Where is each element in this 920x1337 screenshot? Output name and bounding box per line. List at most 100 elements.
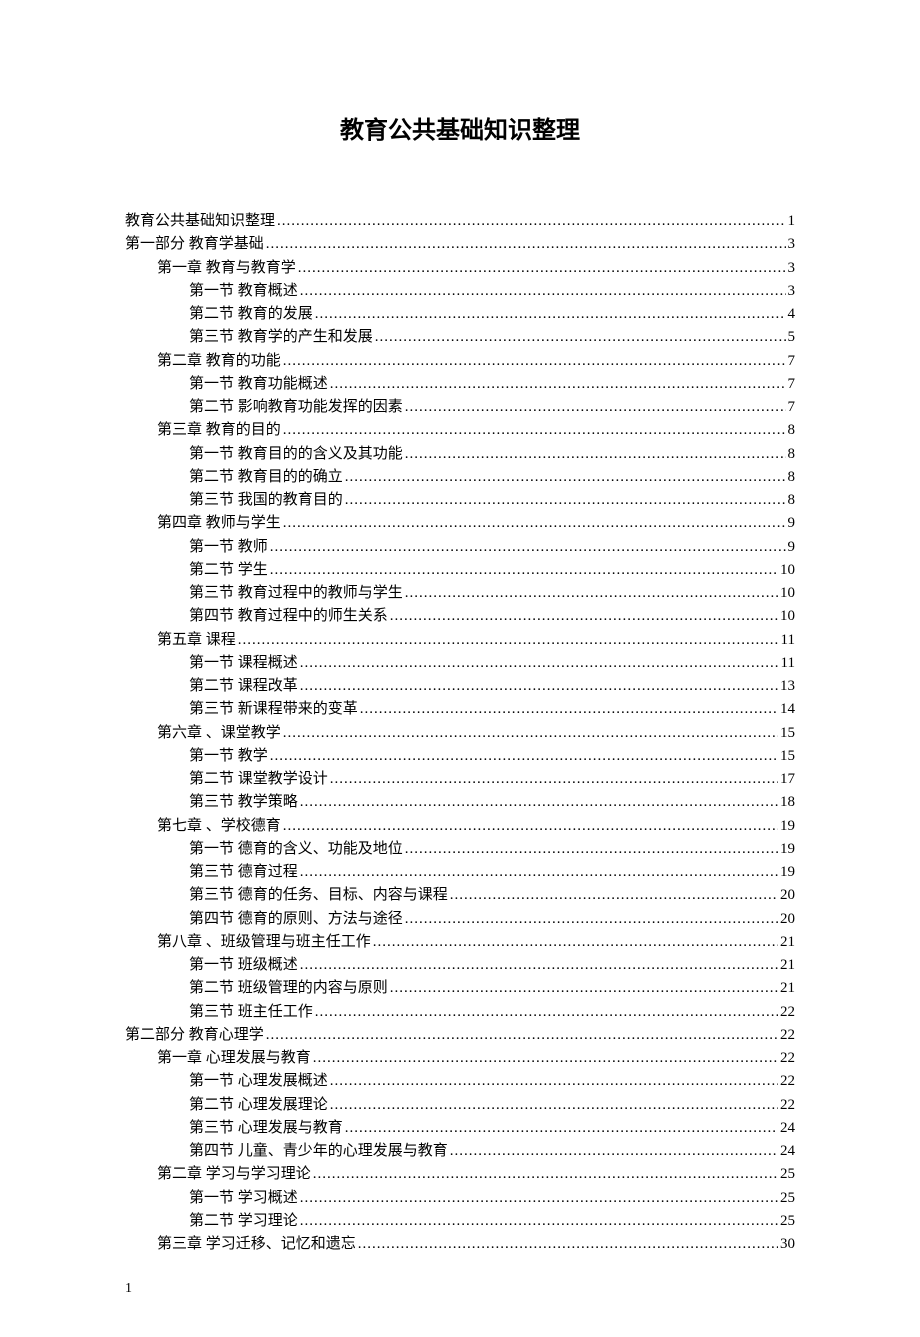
toc-leader-dots	[281, 722, 780, 745]
table-of-contents: 教育公共基础知识整理1第一部分 教育学基础3第一章 教育与教育学3第一节 教育概…	[125, 210, 795, 1256]
toc-entry-page: 5	[788, 326, 796, 349]
toc-entry: 第一节 教师9	[125, 536, 795, 559]
toc-entry-label: 第一章 教育与教育学	[157, 257, 296, 280]
toc-entry-page: 18	[780, 791, 795, 814]
toc-leader-dots	[448, 884, 780, 907]
toc-entry: 第四节 儿童、青少年的心理发展与教育 24	[125, 1140, 795, 1163]
toc-entry: 第三节 德育过程19	[125, 861, 795, 884]
toc-entry: 第三节 教学策略 18	[125, 791, 795, 814]
toc-entry-label: 第一节 教育目的的含义及其功能	[189, 443, 403, 466]
toc-leader-dots	[343, 1117, 780, 1140]
toc-leader-dots	[371, 931, 780, 954]
toc-leader-dots	[298, 280, 788, 303]
toc-entry-label: 第三节 教育过程中的教师与学生	[189, 582, 403, 605]
toc-entry: 第三节 德育的任务、目标、内容与课程 20	[125, 884, 795, 907]
toc-entry-page: 22	[780, 1047, 795, 1070]
toc-entry-label: 第三章 学习迁移、记忆和遗忘	[157, 1233, 356, 1256]
toc-leader-dots	[236, 629, 781, 652]
toc-entry-page: 20	[780, 908, 795, 931]
toc-leader-dots	[268, 536, 788, 559]
toc-entry-label: 第二节 影响教育功能发挥的因素	[189, 396, 403, 419]
toc-entry-label: 第一节 课程概述	[189, 652, 298, 675]
toc-entry-label: 第三章 教育的目的	[157, 419, 281, 442]
toc-entry: 第八章 、班级管理与班主任工作21	[125, 931, 795, 954]
toc-leader-dots	[388, 605, 780, 628]
toc-entry-page: 19	[780, 861, 795, 884]
toc-entry-label: 第一节 德育的含义、功能及地位	[189, 838, 403, 861]
toc-entry-label: 第一节 教学	[189, 745, 268, 768]
toc-leader-dots	[298, 861, 780, 884]
toc-entry-page: 20	[780, 884, 795, 907]
toc-entry: 第三节 班主任工作22	[125, 1001, 795, 1024]
toc-entry-page: 3	[788, 257, 796, 280]
toc-leader-dots	[313, 303, 788, 326]
toc-leader-dots	[403, 443, 788, 466]
toc-entry: 第二节 心理发展理论22	[125, 1094, 795, 1117]
toc-entry-page: 22	[780, 1070, 795, 1093]
toc-entry: 第二章 教育的功能 7	[125, 350, 795, 373]
toc-entry-page: 21	[780, 931, 795, 954]
toc-leader-dots	[328, 1094, 780, 1117]
toc-leader-dots	[281, 815, 780, 838]
toc-entry: 第三章 教育的目的8	[125, 419, 795, 442]
toc-entry-page: 22	[780, 1024, 795, 1047]
toc-entry: 第二节 影响教育功能发挥的因素7	[125, 396, 795, 419]
toc-leader-dots	[403, 396, 788, 419]
toc-leader-dots	[328, 373, 788, 396]
toc-entry: 第二节 学生10	[125, 559, 795, 582]
toc-entry: 第三章 学习迁移、记忆和遗忘30	[125, 1233, 795, 1256]
toc-entry-label: 第一节 教育功能概述	[189, 373, 328, 396]
toc-entry: 第二节 课堂教学设计17	[125, 768, 795, 791]
toc-entry-label: 第二节 班级管理的内容与原则	[189, 977, 388, 1000]
toc-entry-label: 第一节 学习概述	[189, 1187, 298, 1210]
toc-leader-dots	[268, 745, 780, 768]
toc-entry-label: 第三节 德育的任务、目标、内容与课程	[189, 884, 448, 907]
toc-entry-page: 15	[780, 722, 795, 745]
toc-entry-page: 4	[788, 303, 796, 326]
toc-entry-label: 第五章 课程	[157, 629, 236, 652]
toc-entry: 第一节 教育目的的含义及其功能 8	[125, 443, 795, 466]
toc-entry-page: 7	[788, 350, 796, 373]
toc-leader-dots	[298, 652, 781, 675]
toc-entry-page: 24	[780, 1140, 795, 1163]
toc-entry-label: 第一节 教师	[189, 536, 268, 559]
toc-entry: 第一节 学习概述 25	[125, 1187, 795, 1210]
toc-leader-dots	[296, 257, 788, 280]
toc-leader-dots	[403, 838, 780, 861]
toc-leader-dots	[298, 954, 780, 977]
toc-entry-label: 第四节 教育过程中的师生关系	[189, 605, 388, 628]
toc-entry-page: 25	[780, 1187, 795, 1210]
toc-leader-dots	[281, 512, 788, 535]
page-number: 1	[125, 1281, 795, 1297]
toc-entry-page: 21	[780, 977, 795, 1000]
toc-leader-dots	[264, 1024, 780, 1047]
toc-entry-label: 第二章 教育的功能	[157, 350, 281, 373]
toc-leader-dots	[356, 1233, 780, 1256]
toc-entry-label: 第二节 教育目的的确立	[189, 466, 343, 489]
toc-entry-label: 第四节 儿童、青少年的心理发展与教育	[189, 1140, 448, 1163]
toc-entry: 第一节 心理发展概述22	[125, 1070, 795, 1093]
toc-leader-dots	[343, 489, 788, 512]
toc-entry-page: 21	[780, 954, 795, 977]
toc-entry: 第五章 课程 11	[125, 629, 795, 652]
toc-entry: 第七章 、学校德育19	[125, 815, 795, 838]
toc-entry: 第二部分 教育心理学22	[125, 1024, 795, 1047]
toc-entry-label: 第三节 教学策略	[189, 791, 298, 814]
toc-entry-page: 19	[780, 815, 795, 838]
toc-leader-dots	[313, 1001, 780, 1024]
toc-leader-dots	[403, 582, 780, 605]
toc-entry-page: 11	[781, 629, 795, 652]
toc-entry: 第六章 、课堂教学15	[125, 722, 795, 745]
toc-leader-dots	[281, 350, 788, 373]
toc-entry: 第二节 课程改革13	[125, 675, 795, 698]
toc-entry-label: 第一章 心理发展与教育	[157, 1047, 311, 1070]
toc-entry-page: 8	[788, 489, 796, 512]
toc-leader-dots	[448, 1140, 780, 1163]
toc-entry-page: 8	[788, 443, 796, 466]
toc-entry: 第二节 班级管理的内容与原则 21	[125, 977, 795, 1000]
toc-entry: 第二节 教育目的的确立8	[125, 466, 795, 489]
toc-entry-label: 第四节 德育的原则、方法与途径	[189, 908, 403, 931]
toc-entry-label: 第三节 我国的教育目的	[189, 489, 343, 512]
toc-entry: 第一节 教育概述3	[125, 280, 795, 303]
toc-entry-page: 10	[780, 559, 795, 582]
